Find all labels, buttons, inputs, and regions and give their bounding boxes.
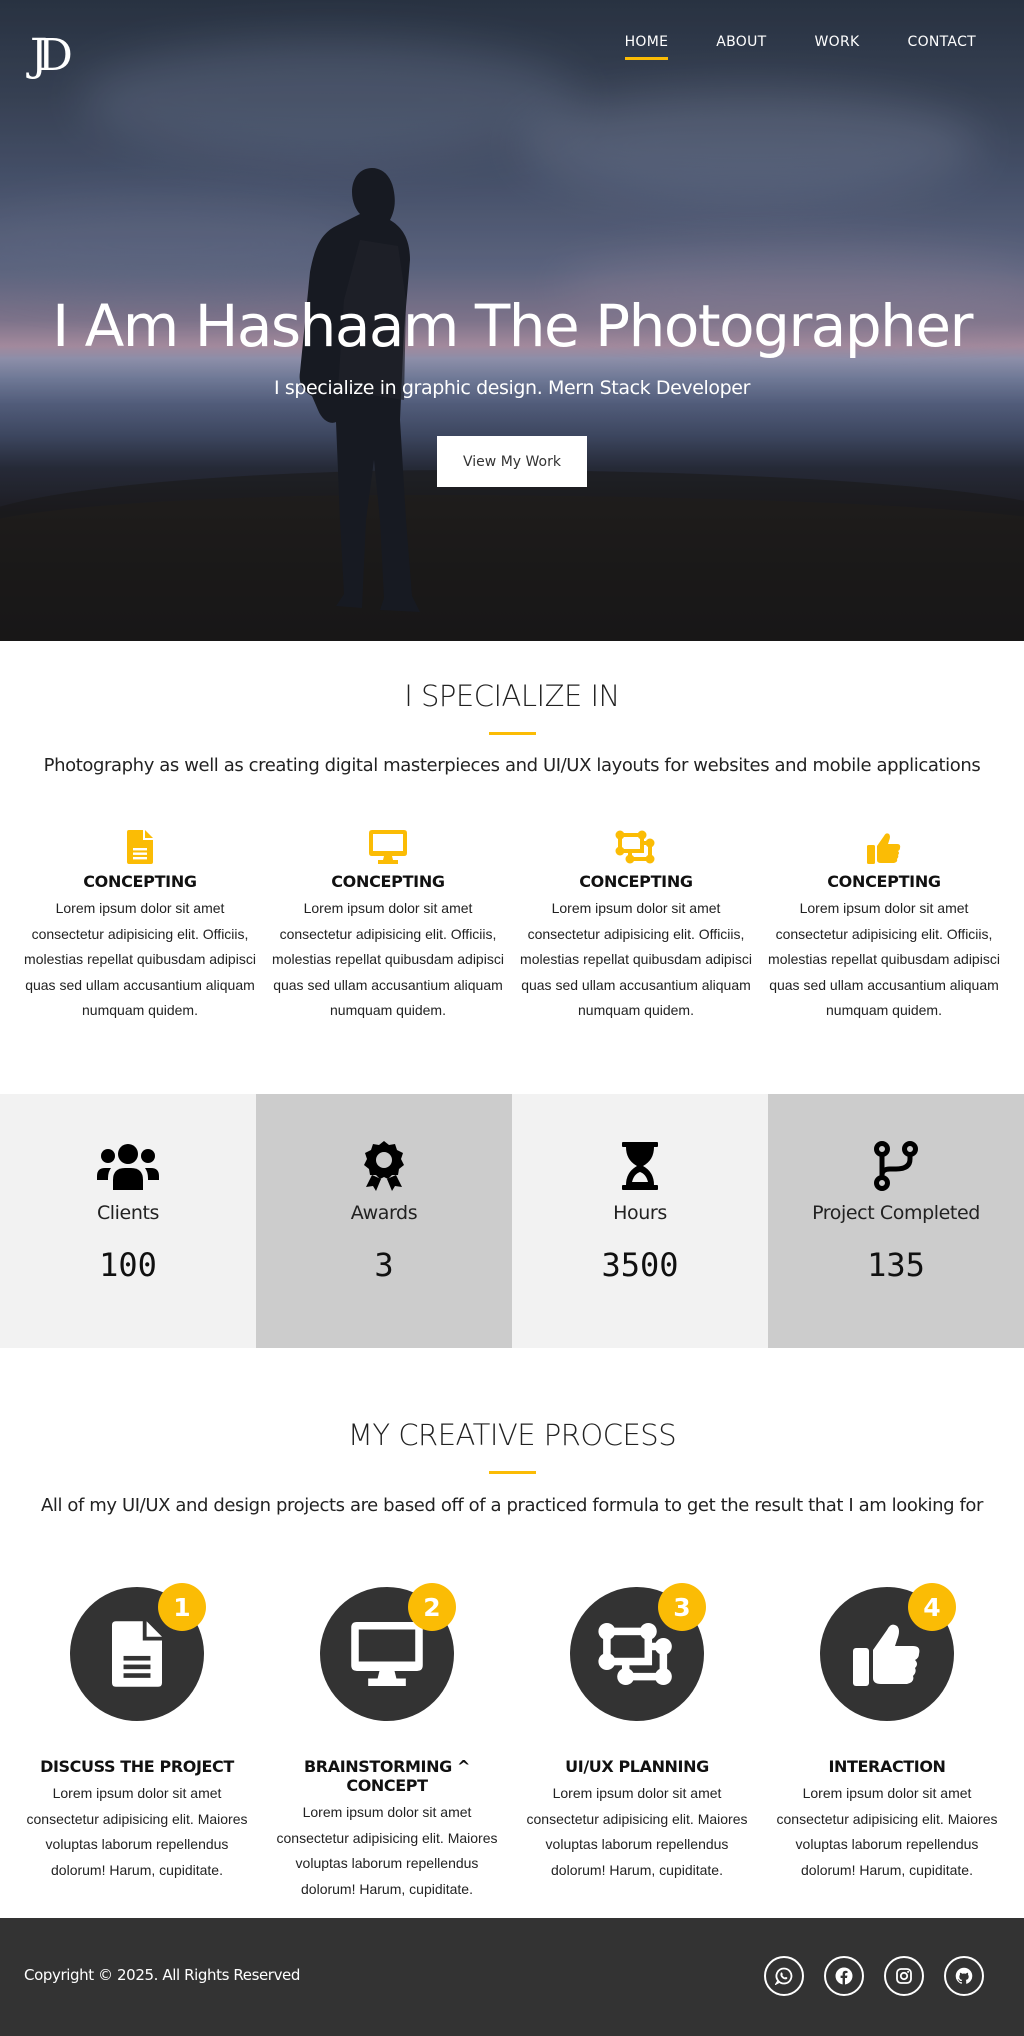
process-step: 4 INTERACTION Lorem ipsum dolor sit amet… (762, 1583, 1012, 1883)
specialize-heading: CONCEPTING (827, 872, 941, 891)
stat-hours: Hours 3500 (512, 1094, 768, 1348)
whatsapp-link[interactable] (764, 1956, 804, 1996)
thumbs-up-icon (853, 1624, 920, 1686)
whatsapp-icon (775, 1967, 793, 1985)
desktop-icon (351, 1622, 423, 1686)
nav-work[interactable]: WORK (815, 34, 860, 60)
process-text: Lorem ipsum dolor sit amet consectetur a… (276, 1804, 498, 1897)
view-my-work-button[interactable]: View My Work (437, 436, 587, 487)
specialize-item: CONCEPTING Lorem ipsum dolor sit amet co… (16, 826, 264, 1024)
process-step: 2 BRAINSTORMING ^ CONCEPT Lorem ipsum do… (262, 1583, 512, 1902)
specialize-text: Lorem ipsum dolor sit amet consectetur a… (768, 900, 1000, 1018)
step-number-badge: 3 (658, 1583, 706, 1631)
desktop-icon (264, 826, 512, 864)
process-title: MY CREATIVE PROCESS (347, 1418, 677, 1452)
specialize-item: CONCEPTING Lorem ipsum dolor sit amet co… (512, 826, 760, 1024)
specialize-description: Photography as well as creating digital … (43, 755, 981, 776)
hero-title: I Am Hashaam The Photographer (52, 292, 973, 360)
github-link[interactable] (944, 1956, 984, 1996)
thumbs-up-icon (760, 826, 1008, 864)
stat-awards: Awards 3 (256, 1094, 512, 1348)
process-heading: INTERACTION (828, 1757, 946, 1776)
specialize-text: Lorem ipsum dolor sit amet consectetur a… (272, 900, 504, 1018)
process-circle: 2 (320, 1583, 456, 1721)
specialize-text: Lorem ipsum dolor sit amet consectetur a… (520, 900, 752, 1018)
specialize-item: CONCEPTING Lorem ipsum dolor sit amet co… (264, 826, 512, 1024)
step-number-badge: 1 (158, 1583, 206, 1631)
specialize-text: Lorem ipsum dolor sit amet consectetur a… (24, 900, 256, 1018)
file-icon (112, 1621, 162, 1687)
brand-logo[interactable]: JD (26, 28, 96, 80)
stat-label: Awards (350, 1202, 418, 1224)
process-circle: 4 (820, 1583, 956, 1721)
facebook-icon (835, 1967, 853, 1985)
process-description: All of my UI/UX and design projects are … (40, 1495, 984, 1516)
stat-value: 3 (374, 1246, 394, 1284)
award-icon (256, 1140, 512, 1192)
hero-section: JD HOME ABOUT WORK CONTACT I Am Hashaam … (0, 0, 1024, 641)
process-step: 1 DISCUSS THE PROJECT Lorem ipsum dolor … (12, 1583, 262, 1883)
process-text: Lorem ipsum dolor sit amet consectetur a… (776, 1785, 998, 1878)
specialize-item: CONCEPTING Lorem ipsum dolor sit amet co… (760, 826, 1008, 1024)
code-branch-icon (768, 1140, 1024, 1192)
instagram-icon (896, 1968, 912, 1984)
stat-value: 3500 (601, 1246, 679, 1284)
stat-label: Project Completed (812, 1202, 980, 1224)
step-number-badge: 4 (908, 1583, 956, 1631)
facebook-link[interactable] (824, 1956, 864, 1996)
hourglass-icon (512, 1140, 768, 1192)
specialize-heading: CONCEPTING (331, 872, 445, 891)
stat-clients: Clients 100 (0, 1094, 256, 1348)
stat-value: 135 (867, 1246, 925, 1284)
specialize-heading: CONCEPTING (579, 872, 693, 891)
process-circle: 1 (70, 1583, 206, 1721)
copyright-text: Copyright © 2025. All Rights Reserved (24, 1966, 301, 1984)
process-circle: 3 (570, 1583, 706, 1721)
step-number-badge: 2 (408, 1583, 456, 1631)
stats-section: Clients 100 Awards 3 Hours 3500 Project … (0, 1094, 1024, 1348)
process-heading: BRAINSTORMING ^ CONCEPT (304, 1757, 470, 1795)
process-text: Lorem ipsum dolor sit amet consectetur a… (526, 1785, 748, 1878)
nav-contact[interactable]: CONTACT (908, 34, 977, 60)
stat-value: 100 (99, 1246, 157, 1284)
main-nav: HOME ABOUT WORK CONTACT (624, 34, 977, 60)
file-icon (16, 826, 264, 864)
svg-text:JD: JD (26, 30, 71, 80)
process-heading: UI/UX PLANNING (565, 1757, 709, 1776)
process-heading: DISCUSS THE PROJECT (40, 1757, 234, 1776)
github-icon (955, 1967, 973, 1984)
nav-about[interactable]: ABOUT (716, 34, 766, 60)
social-links (764, 1956, 984, 1996)
users-icon (0, 1140, 256, 1192)
specialize-underline (489, 732, 536, 735)
object-group-icon (512, 826, 760, 864)
specialize-heading: CONCEPTING (83, 872, 197, 891)
process-step: 3 UI/UX PLANNING Lorem ipsum dolor sit a… (512, 1583, 762, 1883)
nav-home[interactable]: HOME (624, 34, 669, 60)
instagram-link[interactable] (884, 1956, 924, 1996)
process-text: Lorem ipsum dolor sit amet consectetur a… (26, 1785, 248, 1878)
stat-label: Clients (96, 1202, 160, 1224)
stat-projects: Project Completed 135 (768, 1094, 1024, 1348)
stat-label: Hours (613, 1202, 667, 1224)
specialize-title: I SPECIALIZE IN (404, 679, 620, 713)
object-group-icon (598, 1622, 672, 1686)
footer: Copyright © 2025. All Rights Reserved (0, 1918, 1024, 2036)
hero-subtitle: I specialize in graphic design. Mern Sta… (274, 377, 750, 399)
process-underline (489, 1471, 536, 1474)
